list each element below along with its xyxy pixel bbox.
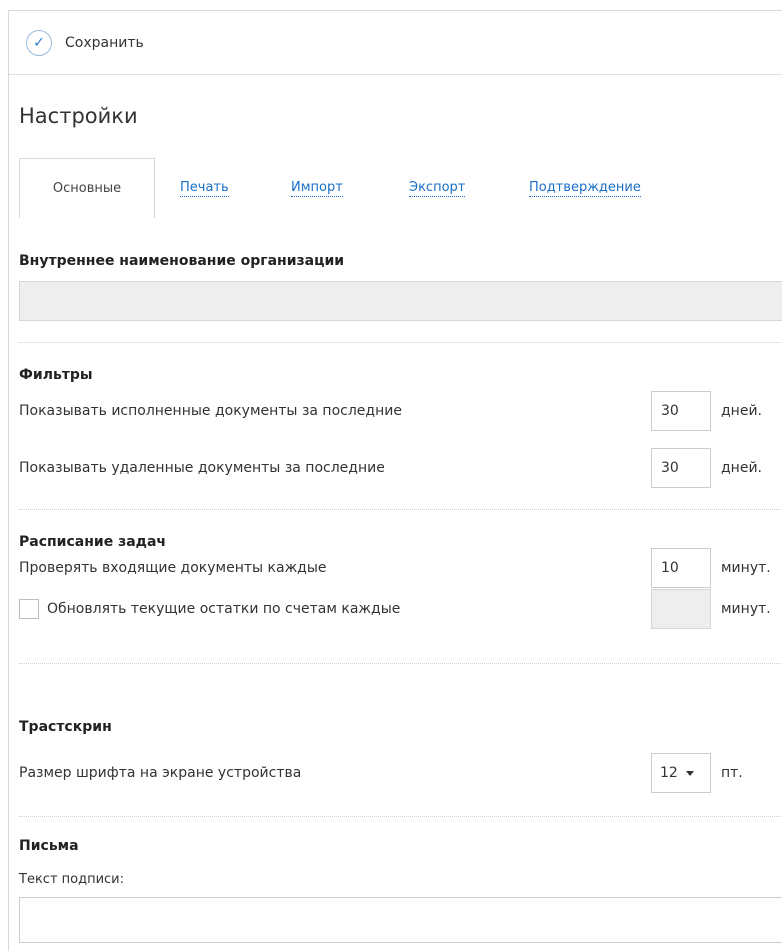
save-button-label: Сохранить (65, 35, 144, 51)
page-title: Настройки (19, 104, 138, 128)
incoming-check-minutes-input[interactable]: 10 (651, 548, 711, 588)
executed-docs-unit: дней. (721, 403, 762, 419)
font-size-value: 12 (660, 765, 678, 781)
schedule-title: Расписание задач (19, 534, 167, 550)
org-name-label: Внутреннее наименование организации (19, 253, 345, 269)
tab-main[interactable]: Основные (19, 158, 155, 218)
font-size-unit: пт. (721, 765, 743, 781)
signature-textarea[interactable] (19, 897, 782, 943)
tab-print[interactable]: Печать (180, 180, 229, 197)
deleted-docs-label: Показывать удаленные документы за послед… (19, 460, 385, 476)
balances-update-label: Обновлять текущие остатки по счетам кажд… (47, 601, 401, 617)
toolbar: ✓ Сохранить (9, 11, 782, 75)
org-name-input[interactable] (19, 281, 782, 321)
executed-docs-days-input[interactable]: 30 (651, 391, 711, 431)
tab-bar: Основные Печать Импорт Экспорт Подтвержд… (19, 158, 782, 218)
filters-title: Фильтры (19, 367, 93, 383)
signature-label: Текст подписи: (19, 872, 125, 887)
divider (19, 342, 782, 343)
incoming-check-label: Проверять входящие документы каждые (19, 560, 327, 576)
trustscreen-title: Трастскрин (19, 719, 112, 735)
balances-update-unit: минут. (721, 601, 771, 617)
divider (19, 509, 782, 510)
font-size-select[interactable]: 12 (651, 753, 711, 793)
divider (19, 816, 782, 817)
check-circle-icon: ✓ (26, 30, 52, 56)
save-button[interactable]: ✓ Сохранить (26, 28, 144, 58)
divider (19, 663, 782, 664)
balances-update-minutes-input[interactable] (651, 589, 711, 629)
deleted-docs-days-input[interactable]: 30 (651, 448, 711, 488)
tab-export[interactable]: Экспорт (409, 180, 466, 197)
tab-import[interactable]: Импорт (291, 180, 343, 197)
letters-title: Письма (19, 838, 79, 854)
font-size-label: Размер шрифта на экране устройства (19, 765, 302, 781)
tab-confirmation[interactable]: Подтверждение (529, 180, 641, 197)
incoming-check-unit: минут. (721, 560, 771, 576)
deleted-docs-unit: дней. (721, 460, 762, 476)
executed-docs-label: Показывать исполненные документы за посл… (19, 403, 402, 419)
chevron-down-icon (685, 770, 694, 776)
balances-update-checkbox[interactable] (19, 599, 39, 619)
